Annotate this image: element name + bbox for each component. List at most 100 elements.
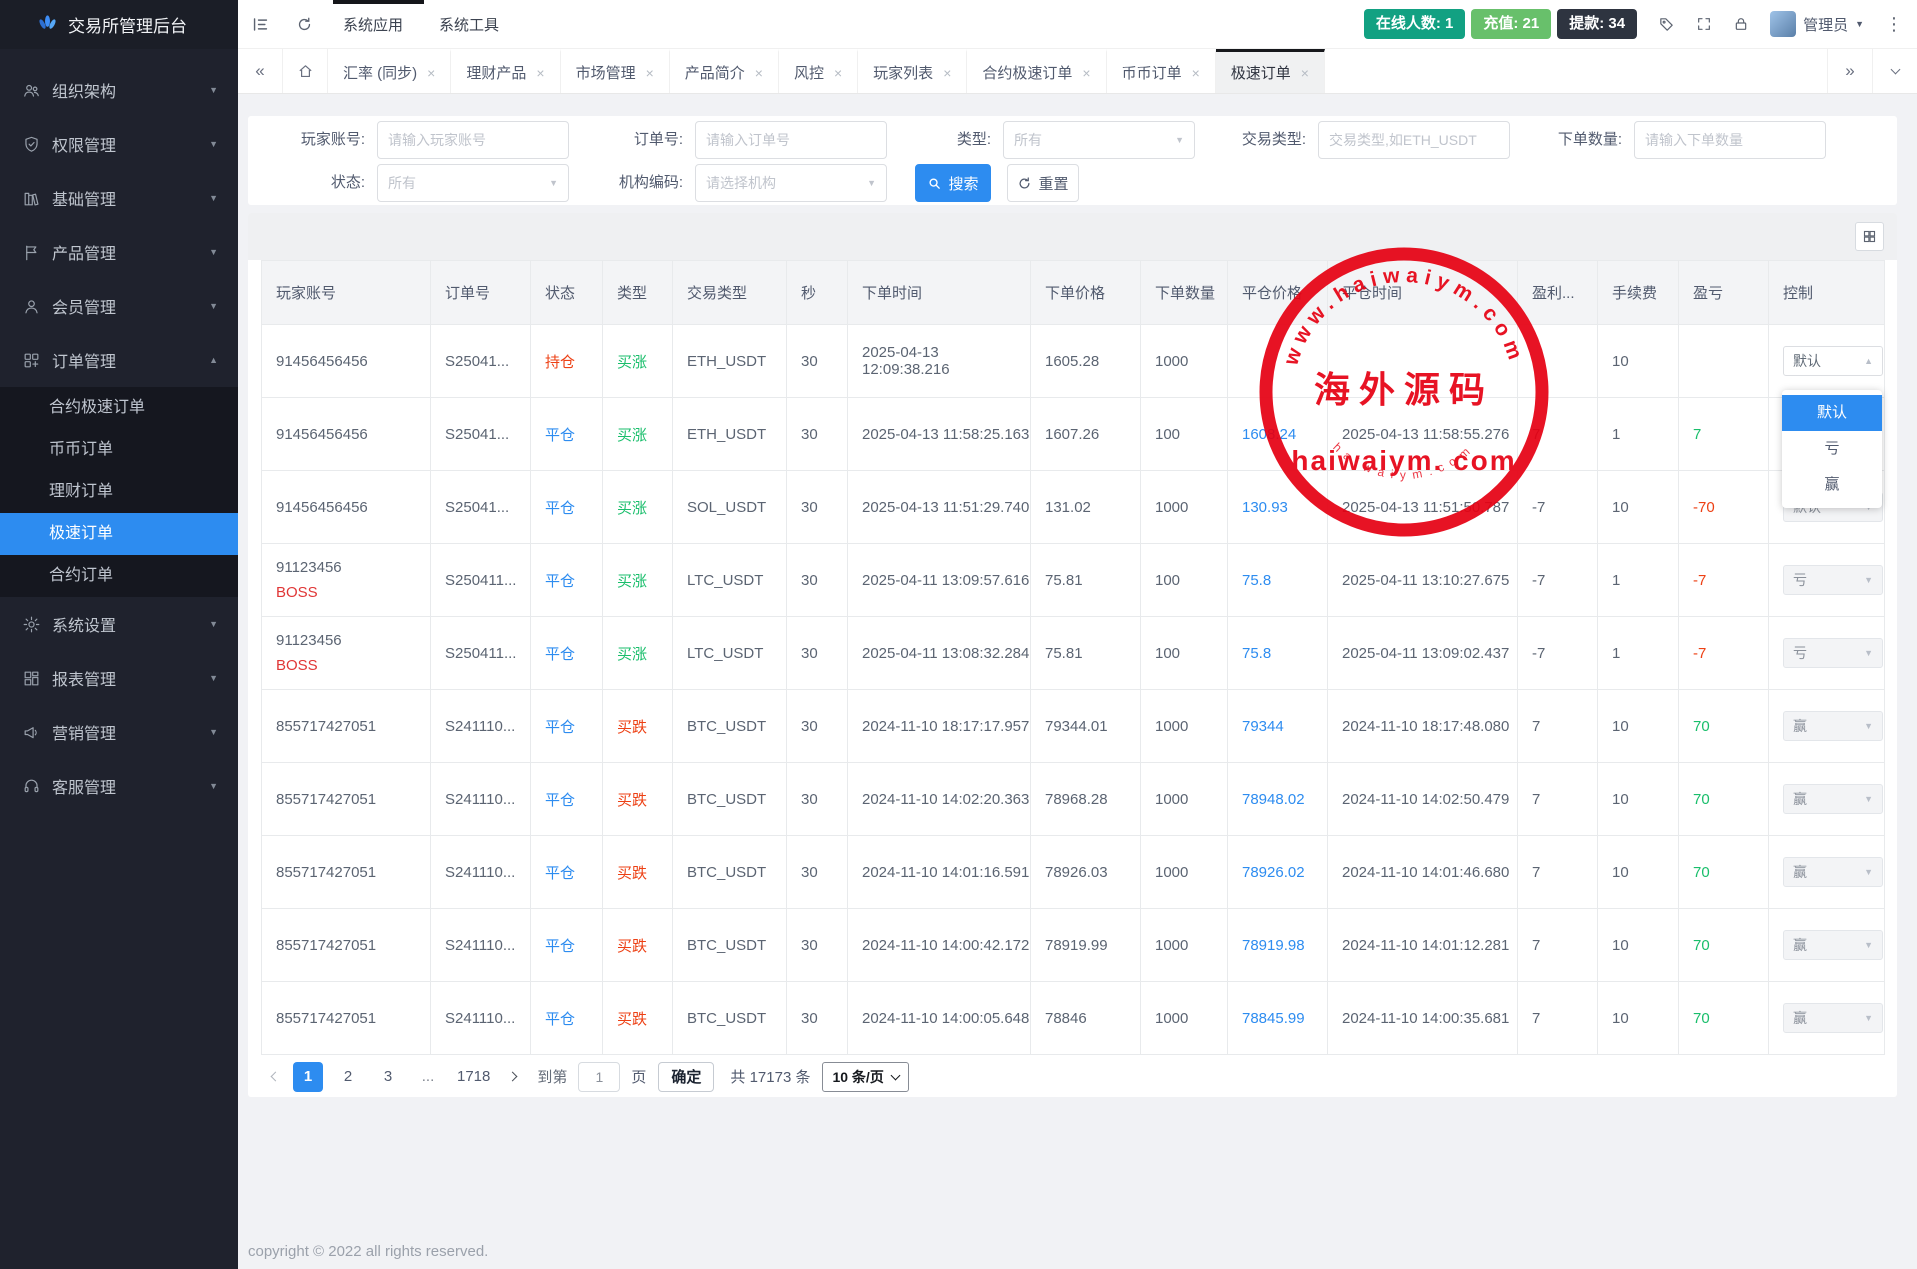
page-button-2[interactable]: 2 xyxy=(333,1062,363,1092)
page-button-1718[interactable]: 1718 xyxy=(453,1062,494,1092)
control-select-value: 赢 xyxy=(1793,862,1807,882)
filter-input-row1-3[interactable] xyxy=(1319,122,1509,158)
filter-select-row2-1[interactable]: 请选择机构▼ xyxy=(695,164,887,202)
chevron-up-icon: ▲ xyxy=(209,355,218,365)
tab-close-icon[interactable]: × xyxy=(646,65,654,81)
cell-seconds: 30 xyxy=(787,690,848,763)
more-options-icon[interactable]: ⋮ xyxy=(1885,14,1903,35)
cell-close-price: 75.8 xyxy=(1228,617,1328,690)
status-badge: 平仓 xyxy=(545,792,575,809)
tab-5[interactable]: 玩家列表× xyxy=(858,49,967,93)
tab-close-icon[interactable]: × xyxy=(536,65,544,81)
sidebar-item-8[interactable]: 营销管理▼ xyxy=(0,705,238,759)
tab-close-icon[interactable]: × xyxy=(1082,65,1090,81)
sidebar-item-5[interactable]: 订单管理▲ xyxy=(0,333,238,387)
top-menu-item-1[interactable]: 系统工具 xyxy=(439,14,499,35)
sidebar-item-9[interactable]: 客服管理▼ xyxy=(0,759,238,813)
sidebar-item-3[interactable]: 产品管理▼ xyxy=(0,225,238,279)
cell-order-no: S241110... xyxy=(431,909,531,982)
sidebar-subitem-5-0[interactable]: 合约极速订单 xyxy=(0,387,238,429)
refresh-icon[interactable] xyxy=(296,16,313,33)
user-menu[interactable]: 管理员 ▼ xyxy=(1770,11,1864,37)
tabs-scroll-left-icon[interactable]: « xyxy=(238,49,283,93)
cell-profit: -7 xyxy=(1518,471,1598,544)
home-tab[interactable] xyxy=(283,49,328,93)
tab-7[interactable]: 币币订单× xyxy=(1107,49,1216,93)
prev-page-button[interactable] xyxy=(264,1073,286,1080)
cell-close-price: 78948.02 xyxy=(1228,763,1328,836)
per-page-select[interactable]: 10 条/页 xyxy=(822,1062,908,1092)
sidebar-item-4[interactable]: 会员管理▼ xyxy=(0,279,238,333)
tab-0[interactable]: 汇率 (同步)× xyxy=(328,49,451,93)
control-select-0[interactable]: 默认▲ xyxy=(1783,346,1883,376)
close-price-link[interactable]: 78919.98 xyxy=(1242,937,1305,954)
user-icon xyxy=(22,297,41,316)
tab-close-icon[interactable]: × xyxy=(943,65,951,81)
status-badge: 平仓 xyxy=(545,865,575,882)
top-menu-item-0[interactable]: 系统应用 xyxy=(343,14,403,35)
tab-8[interactable]: 极速订单× xyxy=(1216,49,1325,93)
pnl-value: -7 xyxy=(1693,645,1706,662)
logo-row: 交易所管理后台 xyxy=(0,0,238,49)
close-price-link[interactable]: 1608.24 xyxy=(1242,426,1296,443)
cell-order-price: 1605.28 xyxy=(1031,325,1141,398)
tab-4[interactable]: 风控× xyxy=(779,49,858,93)
tabs-scroll-right-icon[interactable]: » xyxy=(1827,49,1872,93)
sidebar-subitem-5-4[interactable]: 合约订单 xyxy=(0,555,238,597)
next-page-button[interactable] xyxy=(501,1073,523,1080)
filter-input-row1-0[interactable] xyxy=(378,122,568,158)
reset-button[interactable]: 重置 xyxy=(1007,164,1079,202)
close-price-link[interactable]: 78948.02 xyxy=(1242,791,1305,808)
close-price-link[interactable]: 79344 xyxy=(1242,718,1284,735)
confirm-button[interactable]: 确定 xyxy=(658,1062,714,1092)
page-button-3[interactable]: 3 xyxy=(373,1062,403,1092)
tab-2[interactable]: 市场管理× xyxy=(561,49,670,93)
sidebar-item-0[interactable]: 组织架构▼ xyxy=(0,63,238,117)
tab-6[interactable]: 合约极速订单× xyxy=(967,49,1106,93)
filter-select-row1-2[interactable]: 所有▼ xyxy=(1003,121,1195,159)
tab-3[interactable]: 产品简介× xyxy=(670,49,779,93)
cell-account: 91456456456 xyxy=(262,325,431,398)
tab-close-icon[interactable]: × xyxy=(755,65,763,81)
collapse-sidebar-icon[interactable] xyxy=(251,15,270,34)
page-button-1[interactable]: 1 xyxy=(293,1062,323,1092)
tabs-menu-icon[interactable] xyxy=(1872,49,1917,93)
tab-close-icon[interactable]: × xyxy=(427,65,435,81)
sidebar-item-2[interactable]: 基础管理▼ xyxy=(0,171,238,225)
sidebar-item-6[interactable]: 系统设置▼ xyxy=(0,597,238,651)
stat-button-1[interactable]: 充值: 21 xyxy=(1471,9,1551,39)
sidebar-menu: 组织架构▼权限管理▼基础管理▼产品管理▼会员管理▼订单管理▲合约极速订单币币订单… xyxy=(0,49,238,813)
dropdown-option-0[interactable]: 默认 xyxy=(1782,395,1882,431)
tab-1[interactable]: 理财产品× xyxy=(451,49,560,93)
tab-close-icon[interactable]: × xyxy=(1192,65,1200,81)
stat-button-2[interactable]: 提款: 34 xyxy=(1557,9,1637,39)
cell-seconds: 30 xyxy=(787,544,848,617)
gear-icon xyxy=(22,615,41,634)
sidebar-item-1[interactable]: 权限管理▼ xyxy=(0,117,238,171)
goto-page-input[interactable] xyxy=(578,1062,620,1092)
close-price-link[interactable]: 78926.02 xyxy=(1242,864,1305,881)
close-price-link[interactable]: 78845.99 xyxy=(1242,1010,1305,1027)
dropdown-option-1[interactable]: 亏 xyxy=(1782,431,1882,467)
close-price-link[interactable]: 130.93 xyxy=(1242,499,1288,516)
search-button[interactable]: 搜索 xyxy=(915,164,991,202)
fullscreen-icon[interactable] xyxy=(1696,16,1712,32)
control-select-value: 亏 xyxy=(1793,570,1807,590)
sidebar-subitem-5-1[interactable]: 币币订单 xyxy=(0,429,238,471)
column-settings-button[interactable] xyxy=(1855,222,1884,251)
stat-button-0[interactable]: 在线人数: 1 xyxy=(1364,9,1466,39)
lock-icon[interactable] xyxy=(1733,16,1749,32)
sidebar-subitem-5-3[interactable]: 极速订单 xyxy=(0,513,238,555)
filter-input-row1-1[interactable] xyxy=(696,122,886,158)
tab-close-icon[interactable]: × xyxy=(834,65,842,81)
sidebar-item-7[interactable]: 报表管理▼ xyxy=(0,651,238,705)
sidebar-subitem-5-2[interactable]: 理财订单 xyxy=(0,471,238,513)
tab-close-icon[interactable]: × xyxy=(1301,65,1309,81)
close-price-link[interactable]: 75.8 xyxy=(1242,572,1271,589)
close-price-link[interactable]: 75.8 xyxy=(1242,645,1271,662)
dropdown-option-2[interactable]: 赢 xyxy=(1782,467,1882,503)
filter-input-row1-4[interactable] xyxy=(1635,122,1825,158)
select-value: 所有 xyxy=(388,173,416,193)
tag-icon[interactable] xyxy=(1658,16,1675,33)
filter-select-row2-0[interactable]: 所有▼ xyxy=(377,164,569,202)
